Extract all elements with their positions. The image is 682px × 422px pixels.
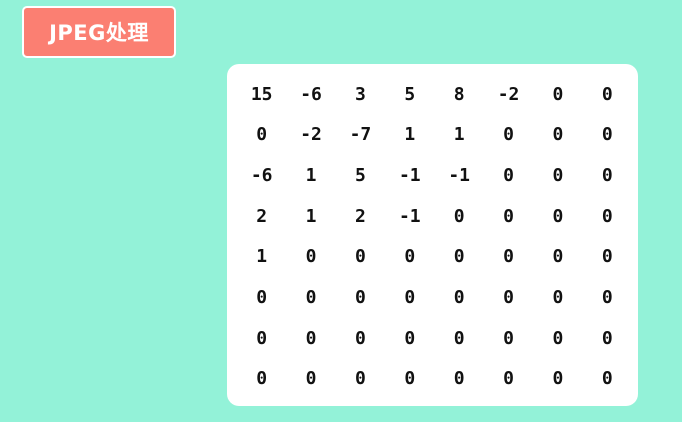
matrix-cell-r5-c6: 0 (552, 286, 564, 308)
matrix-cell-r2-c1: 1 (305, 165, 317, 187)
matrix-cell-r3-c6: 0 (552, 205, 564, 227)
matrix-cell-r5-c3: 0 (404, 286, 416, 308)
matrix-cell-r3-c0: 2 (256, 205, 268, 227)
matrix-cell-r0-c5: -2 (497, 83, 520, 105)
matrix-cell-r2-c6: 0 (552, 165, 564, 187)
matrix-cell-r0-c4: 8 (453, 83, 465, 105)
matrix-cell-r2-c7: 0 (601, 165, 613, 187)
matrix-cell-r5-c5: 0 (503, 286, 514, 308)
matrix-cell-r1-c5: 0 (503, 124, 514, 146)
matrix-cell-r7-c7: 0 (601, 368, 613, 390)
matrix-cell-r4-c1: 0 (305, 246, 317, 268)
matrix-cell-r2-c5: 0 (503, 165, 514, 187)
matrix-cell-r2-c0: -6 (250, 165, 273, 187)
matrix-cell-r7-c1: 0 (305, 368, 317, 390)
matrix-cell-r0-c2: 3 (355, 83, 366, 105)
matrix-cell-r6-c4: 0 (453, 327, 465, 349)
matrix-cell-r3-c2: 2 (355, 205, 366, 227)
matrix-cell-r7-c5: 0 (503, 368, 514, 390)
matrix-cell-r7-c3: 0 (404, 368, 416, 390)
matrix-cell-r1-c4: 1 (453, 124, 465, 146)
matrix-cell-r1-c1: -2 (300, 124, 322, 146)
matrix-cell-r1-c7: 0 (601, 124, 613, 146)
matrix-cell-r2-c2: 5 (355, 165, 366, 187)
matrix-cell-r4-c2: 0 (355, 246, 366, 268)
coefficient-matrix: 15 -6 3 5 8 -2 0 0 0 -2 -7 1 1 0 0 0 -6 1 5 -1 -1 0 0 0 2 1 2 -1 0 0 0… (237, 74, 632, 399)
matrix-cell-r6-c2: 0 (355, 327, 366, 349)
matrix-cell-r7-c4: 0 (453, 368, 465, 390)
matrix-cell-r1-c2: -7 (349, 124, 372, 146)
matrix-cell-r5-c2: 0 (355, 286, 366, 308)
matrix-cell-r4-c7: 0 (601, 246, 613, 268)
matrix-cell-r3-c1: 1 (305, 205, 317, 227)
matrix-cell-r2-c4: -1 (448, 165, 471, 187)
matrix-cell-r6-c7: 0 (601, 327, 613, 349)
matrix-cell-r3-c7: 0 (601, 205, 613, 227)
matrix-cell-r6-c5: 0 (503, 327, 514, 349)
matrix-cell-r1-c6: 0 (552, 124, 564, 146)
matrix-cell-r5-c1: 0 (305, 286, 317, 308)
matrix-cell-r4-c4: 0 (453, 246, 465, 268)
matrix-cell-r5-c0: 0 (256, 286, 268, 308)
matrix-cell-r6-c0: 0 (256, 327, 268, 349)
matrix-cell-r4-c0: 1 (256, 246, 268, 268)
matrix-cell-r4-c3: 0 (404, 246, 416, 268)
matrix-cell-r0-c6: 0 (552, 83, 564, 105)
matrix-cell-r5-c4: 0 (453, 286, 465, 308)
matrix-cell-r0-c7: 0 (601, 83, 613, 105)
matrix-cell-r3-c5: 0 (503, 205, 514, 227)
matrix-cell-r1-c0: 0 (256, 124, 268, 146)
title-badge: JPEG处理 (22, 6, 176, 58)
matrix-cell-r2-c3: -1 (398, 165, 421, 187)
matrix-cell-r7-c2: 0 (355, 368, 366, 390)
matrix-cell-r7-c6: 0 (552, 368, 564, 390)
matrix-cell-r6-c6: 0 (552, 327, 564, 349)
matrix-cell-r0-c1: -6 (300, 83, 322, 105)
matrix-cell-r7-c0: 0 (256, 368, 268, 390)
matrix-cell-r0-c3: 5 (404, 83, 416, 105)
matrix-cell-r6-c3: 0 (404, 327, 416, 349)
matrix-cell-r0-c0: 15 (250, 83, 273, 105)
matrix-cell-r1-c3: 1 (404, 124, 416, 146)
matrix-cell-r3-c4: 0 (453, 205, 465, 227)
matrix-cell-r4-c5: 0 (503, 246, 514, 268)
matrix-cell-r6-c1: 0 (305, 327, 317, 349)
matrix-cell-r3-c3: -1 (398, 205, 421, 227)
matrix-card: 15 -6 3 5 8 -2 0 0 0 -2 -7 1 1 0 0 0 -6 1 5 -1 -1 0 0 0 2 1 2 -1 0 0 0… (227, 64, 638, 406)
matrix-cell-r5-c7: 0 (601, 286, 613, 308)
matrix-cell-r4-c6: 0 (552, 246, 564, 268)
